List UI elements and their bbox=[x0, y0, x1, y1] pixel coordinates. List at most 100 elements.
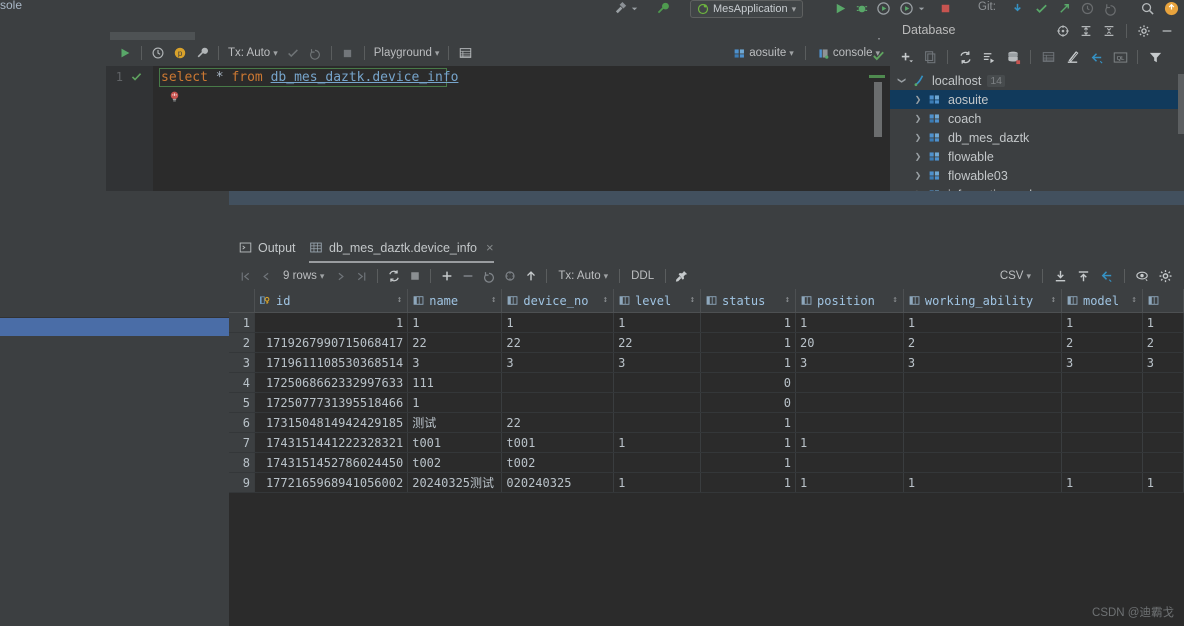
data-source-selector[interactable]: aosuite ▾ bbox=[729, 47, 798, 60]
column-header-status[interactable]: status ↕ bbox=[700, 289, 797, 313]
editor-scrollbar-thumb[interactable] bbox=[874, 82, 882, 137]
cell-working_ability[interactable] bbox=[903, 372, 1062, 393]
git-commit-icon[interactable] bbox=[1034, 1, 1049, 16]
chevron-right-icon[interactable]: ❯ bbox=[910, 133, 926, 142]
scroll-from-source-icon[interactable] bbox=[1052, 21, 1074, 41]
cell-model[interactable] bbox=[1061, 392, 1143, 413]
profile-icon[interactable] bbox=[899, 1, 914, 16]
cell-model[interactable]: 1 bbox=[1061, 312, 1143, 333]
import-from-file-icon[interactable] bbox=[1073, 265, 1094, 287]
cell-status[interactable]: 1 bbox=[700, 432, 797, 453]
pin-tab-icon[interactable] bbox=[671, 265, 692, 287]
parameters-icon[interactable]: p bbox=[169, 42, 191, 64]
cell-device_no[interactable]: t002 bbox=[501, 452, 615, 473]
editor-inspection-status-icon[interactable] bbox=[871, 48, 886, 63]
cell-name[interactable]: 20240325测试 bbox=[407, 472, 503, 493]
notifications-icon[interactable] bbox=[1164, 1, 1179, 16]
cell-position[interactable]: 1 bbox=[795, 472, 904, 493]
settings-gear-icon[interactable] bbox=[1155, 265, 1176, 287]
export-to-file-icon[interactable] bbox=[1050, 265, 1071, 287]
column-header-device_no[interactable]: device_no ↕ bbox=[501, 289, 615, 313]
cell-name[interactable]: t002 bbox=[407, 452, 503, 473]
wrench-settings-icon[interactable] bbox=[655, 1, 670, 16]
jump-to-source-icon[interactable] bbox=[1096, 265, 1117, 287]
tree-node-localhost[interactable]: ❯ localhost 14 bbox=[890, 71, 1184, 90]
column-header-working_ability[interactable]: working_ability ↕ bbox=[903, 289, 1062, 313]
column-header-model[interactable]: model ↕ bbox=[1061, 289, 1143, 313]
cell-device_no[interactable]: t001 bbox=[501, 432, 615, 453]
execute-run-icon[interactable] bbox=[114, 42, 136, 64]
cell-extra-8[interactable] bbox=[1142, 412, 1184, 433]
cell-level[interactable] bbox=[613, 452, 701, 473]
cell-name[interactable]: 测试 bbox=[407, 412, 503, 433]
chevron-right-icon[interactable]: ❯ bbox=[910, 114, 926, 123]
cell-model[interactable]: 1 bbox=[1061, 472, 1143, 493]
cell-level[interactable]: 22 bbox=[613, 332, 701, 353]
chevron-right-icon[interactable]: ❯ bbox=[910, 95, 926, 104]
run-configuration-selector[interactable]: MesApplication ▾ bbox=[690, 0, 804, 18]
chevron-right-icon[interactable]: ❯ bbox=[910, 171, 926, 180]
submit-icon[interactable] bbox=[520, 265, 541, 287]
cell-model[interactable] bbox=[1061, 452, 1143, 473]
tree-node-coach[interactable]: ❯ coach bbox=[890, 109, 1184, 128]
cell-level[interactable] bbox=[613, 412, 701, 433]
table-row[interactable]: 4 1725068662332997633 111 0 bbox=[229, 372, 1184, 393]
cell-level[interactable]: 1 bbox=[613, 312, 701, 333]
cell-extra-8[interactable]: 3 bbox=[1142, 352, 1184, 373]
ddl-button[interactable]: DDL bbox=[625, 270, 660, 282]
cell-name[interactable]: 22 bbox=[407, 332, 503, 353]
cell-level[interactable] bbox=[613, 392, 701, 413]
cell-id[interactable]: 1731504814942429185 bbox=[254, 412, 409, 433]
data-source-properties-icon[interactable] bbox=[454, 42, 476, 64]
sort-toggle-icon[interactable]: ↕ bbox=[491, 296, 496, 305]
cell-position[interactable] bbox=[795, 452, 904, 473]
expand-all-icon[interactable] bbox=[1075, 21, 1097, 41]
close-icon[interactable]: × bbox=[486, 240, 494, 255]
cell-id[interactable]: 1719267990715068417 bbox=[254, 332, 409, 353]
table-row[interactable]: 9 1772165968941056002 20240325测试 020240325 1… bbox=[229, 472, 1184, 493]
sort-toggle-icon[interactable]: ↕ bbox=[397, 296, 402, 305]
table-row[interactable]: 2 1719267990715068417 22 22 22 1 20 2 2 2 bbox=[229, 332, 1184, 353]
cell-level[interactable]: 1 bbox=[613, 472, 701, 493]
column-header-id[interactable]: id ↕ bbox=[254, 289, 409, 313]
value-preview-icon[interactable] bbox=[1132, 265, 1153, 287]
cell-position[interactable]: 20 bbox=[795, 332, 904, 353]
chevron-down-icon[interactable]: ❯ bbox=[898, 73, 907, 89]
run-sql-script-icon[interactable] bbox=[977, 46, 1001, 68]
cell-working_ability[interactable]: 2 bbox=[903, 332, 1062, 353]
cell-model[interactable] bbox=[1061, 412, 1143, 433]
tree-node-flowable03[interactable]: ❯ flowable03 bbox=[890, 166, 1184, 185]
build-dropdown-icon[interactable] bbox=[630, 1, 639, 16]
cell-working_ability[interactable]: 3 bbox=[903, 352, 1062, 373]
cell-id[interactable]: 1743151452786024450 bbox=[254, 452, 409, 473]
settings-gear-icon[interactable] bbox=[1133, 21, 1155, 41]
column-header-name[interactable]: name ↕ bbox=[407, 289, 503, 313]
table-row[interactable]: 3 1719611108530368514 3 3 3 1 3 3 3 3 bbox=[229, 352, 1184, 373]
cell-working_ability[interactable] bbox=[903, 452, 1062, 473]
tx-mode-selector-results[interactable]: Tx: Auto ▾ bbox=[552, 270, 614, 282]
cell-working_ability[interactable]: 1 bbox=[903, 312, 1062, 333]
cell-position[interactable] bbox=[795, 392, 904, 413]
cell-name[interactable]: 111 bbox=[407, 372, 503, 393]
sort-toggle-icon[interactable]: ↕ bbox=[690, 296, 695, 305]
table-row[interactable]: 8 1743151452786024450 t002 t002 1 bbox=[229, 452, 1184, 473]
cell-device_no[interactable]: 22 bbox=[501, 412, 615, 433]
debug-icon[interactable] bbox=[854, 1, 869, 16]
cell-working_ability[interactable]: 1 bbox=[903, 472, 1062, 493]
cell-extra-8[interactable] bbox=[1142, 432, 1184, 453]
cell-device_no[interactable]: 3 bbox=[501, 352, 615, 373]
cell-id[interactable]: 1772165968941056002 bbox=[254, 472, 409, 493]
cell-model[interactable] bbox=[1061, 432, 1143, 453]
table-row[interactable]: 6 1731504814942429185 测试 22 1 bbox=[229, 412, 1184, 433]
cell-id[interactable]: 1725068662332997633 bbox=[254, 372, 409, 393]
cell-extra-8[interactable] bbox=[1142, 392, 1184, 413]
cell-model[interactable]: 3 bbox=[1061, 352, 1143, 373]
sql-table-reference[interactable]: db_mes_daztk.device_info bbox=[271, 70, 459, 85]
cell-status[interactable]: 1 bbox=[700, 472, 797, 493]
filter-icon[interactable] bbox=[1143, 46, 1167, 68]
cell-extra-8[interactable]: 2 bbox=[1142, 332, 1184, 353]
cell-level[interactable]: 3 bbox=[613, 352, 701, 373]
history-icon[interactable] bbox=[147, 42, 169, 64]
sort-toggle-icon[interactable]: ↕ bbox=[892, 296, 897, 305]
wrench-icon[interactable] bbox=[191, 42, 213, 64]
